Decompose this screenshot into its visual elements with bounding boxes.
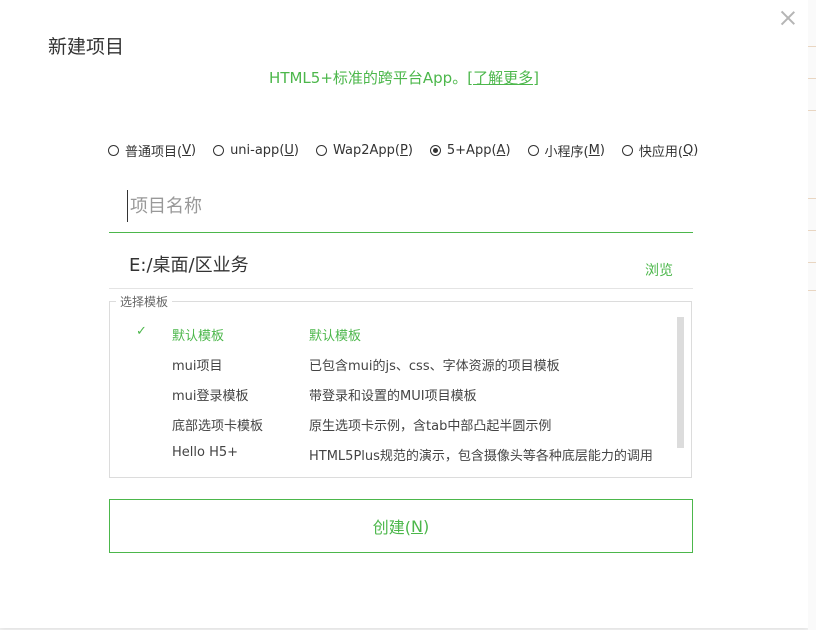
browse-button[interactable]: 浏览 <box>645 260 673 280</box>
background-divider <box>808 290 816 291</box>
template-desc: 带登录和设置的MUI项目模板 <box>309 389 477 404</box>
learn-more-link[interactable]: [了解更多] <box>467 69 539 87</box>
create-label-suffix: ) <box>422 516 430 536</box>
project-type-group: 普通项目(V) uni-app(U) Wap2App(P) 5+App(A) 小… <box>108 140 715 160</box>
radio-label-suffix: ) <box>599 142 605 158</box>
background-divider <box>808 46 816 47</box>
radio-label-suffix: ) <box>505 142 511 158</box>
template-scrollbar[interactable] <box>677 317 684 448</box>
background-divider <box>808 110 816 111</box>
radio-circle-icon <box>527 144 539 156</box>
radio-shortcut: V <box>182 142 191 158</box>
background-divider <box>808 78 816 79</box>
radio-circle-icon <box>621 144 633 156</box>
radio-uni-app[interactable]: uni-app(U) <box>213 143 299 158</box>
template-name: mui项目 <box>172 359 223 374</box>
template-name: Hello H5+ <box>172 445 239 460</box>
radio-shortcut: P <box>399 142 408 158</box>
project-name-field <box>109 180 693 233</box>
template-row[interactable]: mui项目 已包含mui的js、css、字体资源的项目模板 <box>110 348 675 378</box>
template-desc: 原生选项卡示例，含tab中部凸起半圆示例 <box>309 419 552 434</box>
create-label: 创建( <box>372 518 412 537</box>
radio-shortcut: M <box>588 142 600 158</box>
new-project-dialog: 新建项目 HTML5+标准的跨平台App。[了解更多] 普通项目(V) uni-… <box>0 0 808 628</box>
dialog-subtitle: HTML5+标准的跨平台App。[了解更多] <box>0 67 808 88</box>
background-divider <box>808 230 816 231</box>
subtitle-text: HTML5+标准的跨平台App。 <box>269 69 468 87</box>
close-icon[interactable] <box>778 8 798 28</box>
radio-label: 小程序( <box>544 144 589 160</box>
template-desc: HTML5Plus规范的演示，包含摄像头等各种底层能力的调用 <box>309 449 653 464</box>
template-row[interactable]: 底部选项卡模板 原生选项卡示例，含tab中部凸起半圆示例 <box>110 408 675 438</box>
radio-shortcut: U <box>284 142 294 158</box>
template-row[interactable]: ✓ 默认模板 默认模板 <box>110 318 675 348</box>
radio-mini-program[interactable]: 小程序(M) <box>527 141 605 160</box>
project-path-value[interactable]: E:/桌面/区业务 <box>129 251 249 277</box>
radio-normal-project[interactable]: 普通项目(V) <box>108 141 196 160</box>
radio-shortcut: Q <box>682 142 694 158</box>
template-name: mui登录模板 <box>172 389 249 404</box>
radio-label: Wap2App( <box>332 142 400 158</box>
radio-circle-icon <box>213 144 225 156</box>
dialog-title: 新建项目 <box>48 36 125 58</box>
template-name: 底部选项卡模板 <box>172 419 264 434</box>
background-window-edge <box>808 0 816 630</box>
template-name: 默认模板 <box>172 329 225 344</box>
create-button[interactable]: 创建(N) <box>109 499 693 553</box>
checkmark-icon: ✓ <box>136 324 147 339</box>
project-name-input[interactable] <box>127 190 672 222</box>
template-desc: 已包含mui的js、css、字体资源的项目模板 <box>309 359 560 374</box>
project-path-field: E:/桌面/区业务 浏览 <box>109 240 693 289</box>
radio-label-suffix: ) <box>407 142 413 158</box>
radio-label: 5+App( <box>446 142 497 158</box>
radio-circle-checked-icon <box>429 144 441 156</box>
radio-5plus-app[interactable]: 5+App(A) <box>429 142 511 158</box>
radio-quick-app[interactable]: 快应用(Q) <box>621 141 699 160</box>
radio-label-suffix: ) <box>693 142 699 158</box>
template-legend: 选择模板 <box>116 293 173 310</box>
template-row[interactable]: mui登录模板 带登录和设置的MUI项目模板 <box>110 378 675 408</box>
template-list: 选择模板 ✓ 默认模板 默认模板 mui项目 已包含mui的js、css、字体资… <box>109 293 692 478</box>
radio-circle-icon <box>315 144 327 156</box>
radio-label: 快应用( <box>638 144 683 160</box>
create-shortcut: N <box>411 516 423 536</box>
radio-label: uni-app( <box>230 142 285 158</box>
radio-shortcut: A <box>496 142 506 158</box>
radio-circle-icon <box>108 144 119 156</box>
radio-label-suffix: ) <box>190 142 197 158</box>
radio-label-suffix: ) <box>293 142 299 158</box>
radio-label: 普通项目( <box>125 144 183 160</box>
template-desc: 默认模板 <box>309 329 362 344</box>
background-divider <box>808 198 816 199</box>
template-row[interactable]: Hello H5+ HTML5Plus规范的演示，包含摄像头等各种底层能力的调用 <box>110 438 675 468</box>
background-divider <box>808 262 816 263</box>
radio-wap2app[interactable]: Wap2App(P) <box>315 142 413 158</box>
